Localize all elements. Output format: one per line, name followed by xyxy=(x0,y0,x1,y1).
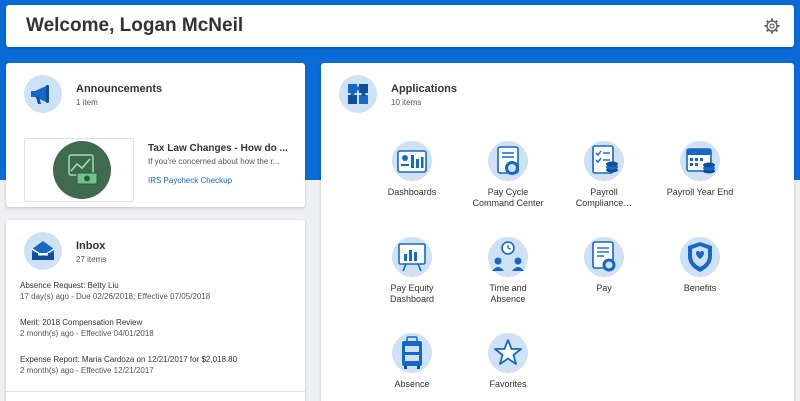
chart-board-icon xyxy=(390,235,434,279)
announcement-headline[interactable]: Tax Law Changes - How do ... xyxy=(148,143,288,154)
app-pay-cycle-command-center[interactable]: Pay Cycle Command Center xyxy=(460,139,556,209)
app-payroll-year-end[interactable]: Payroll Year End xyxy=(652,139,748,198)
pay-icon xyxy=(582,235,626,279)
announcement-thumbnail[interactable] xyxy=(24,138,134,202)
shield-icon xyxy=(678,235,722,279)
megaphone-icon xyxy=(24,75,62,113)
inbox-count: 27 items xyxy=(76,255,107,264)
announcements-card: Announcements 1 item Tax Law Changes - H… xyxy=(6,63,305,207)
app-absence[interactable]: Absence xyxy=(364,331,460,390)
inbox-item[interactable]: Expense Report: Maria Cardoza on 12/21/2… xyxy=(20,354,237,376)
app-time-and-absence[interactable]: Time and Absence xyxy=(460,235,556,305)
announcements-count: 1 item xyxy=(76,98,98,107)
inbox-item[interactable]: Merit: 2018 Compensation Review 2 month(… xyxy=(20,317,154,339)
people-clock-icon xyxy=(486,235,530,279)
app-pay[interactable]: Pay xyxy=(556,235,652,294)
app-dashboards[interactable]: Dashboards xyxy=(364,139,460,198)
announcement-text: If you're concerned about how the r... xyxy=(148,157,280,166)
suitcase-icon xyxy=(390,331,434,375)
inbox-divider xyxy=(6,391,305,392)
irs-paycheck-link[interactable]: IRS Paycheck Checkup xyxy=(148,176,232,185)
welcome-header: Welcome, Logan McNeil xyxy=(6,5,794,47)
app-benefits[interactable]: Benefits xyxy=(652,235,748,294)
announcements-title: Announcements xyxy=(76,83,163,95)
inbox-title: Inbox xyxy=(76,240,106,252)
app-payroll-compliance[interactable]: Payroll Compliance… xyxy=(556,139,652,209)
applications-title: Applications xyxy=(391,83,458,95)
inbox-item[interactable]: Absence Request: Betty Liu 17 day(s) ago… xyxy=(20,280,210,302)
dashboards-icon xyxy=(390,139,434,183)
applications-card: Applications 10 items Dashboards Pay Cyc… xyxy=(321,63,794,401)
inbox-icon xyxy=(24,232,62,270)
applications-count: 10 items xyxy=(391,98,422,107)
puzzle-icon xyxy=(339,75,377,113)
calendar-coins-icon xyxy=(678,139,722,183)
payroll-compliance-icon xyxy=(582,139,626,183)
app-favorites[interactable]: Favorites xyxy=(460,331,556,390)
app-pay-equity-dashboard[interactable]: Pay Equity Dashboard xyxy=(364,235,460,305)
gear-icon[interactable] xyxy=(764,18,780,34)
money-chart-icon xyxy=(68,154,98,185)
inbox-card: Inbox 27 items Absence Request: Betty Li… xyxy=(6,220,305,401)
page-title: Welcome, Logan McNeil xyxy=(26,15,244,36)
pay-cycle-icon xyxy=(486,139,530,183)
star-icon xyxy=(486,331,530,375)
